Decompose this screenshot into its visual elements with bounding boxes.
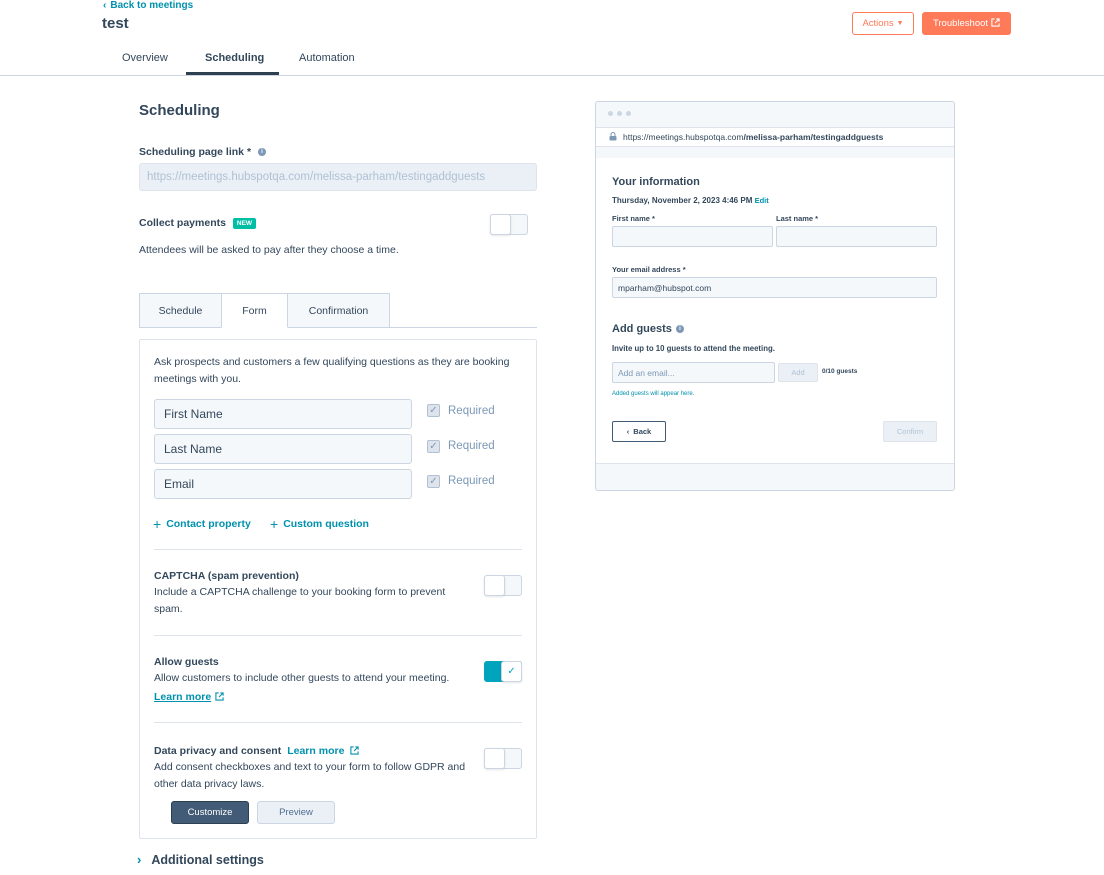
troubleshoot-button[interactable]: Troubleshoot bbox=[922, 12, 1011, 35]
window-dots bbox=[608, 111, 631, 116]
first-name-input[interactable] bbox=[612, 226, 773, 247]
privacy-learn-more[interactable]: Learn more bbox=[287, 745, 344, 757]
required-checkbox[interactable]: ✓ bbox=[427, 440, 440, 453]
url-prefix: https://meetings.hubspotqa.com bbox=[623, 132, 744, 142]
captcha-title: CAPTCHA (spam prevention) bbox=[154, 570, 299, 582]
add-custom-question-button[interactable]: + Custom question bbox=[270, 516, 369, 532]
add-contact-property-button[interactable]: + Contact property bbox=[153, 516, 251, 532]
added-guests-note: Added guests will appear here. bbox=[612, 391, 695, 397]
captcha-toggle[interactable] bbox=[484, 575, 522, 596]
external-link-icon bbox=[215, 689, 224, 704]
url-path: /melissa-parham/testingaddguests bbox=[743, 132, 884, 142]
toggle-knob: ✓ bbox=[501, 661, 522, 682]
privacy-desc: Add consent checkboxes and text to your … bbox=[154, 761, 466, 790]
tab-scheduling[interactable]: Scheduling bbox=[205, 52, 264, 64]
required-checkbox[interactable]: ✓ bbox=[427, 475, 440, 488]
plus-icon: + bbox=[270, 516, 279, 532]
new-badge: NEW bbox=[232, 217, 257, 229]
field-email[interactable]: Email bbox=[154, 469, 412, 499]
page-link-label: Scheduling page link * i bbox=[139, 146, 266, 158]
divider bbox=[154, 635, 522, 636]
add-guests-title-row: Add guests i bbox=[612, 323, 684, 335]
required-checkbox[interactable]: ✓ bbox=[427, 404, 440, 417]
back-to-meetings-link[interactable]: ‹ Back to meetings bbox=[103, 0, 193, 11]
scheduling-link-input[interactable]: https://meetings.hubspotqa.com/melissa-p… bbox=[139, 163, 537, 191]
lock-icon bbox=[609, 131, 617, 143]
meeting-datetime: Thursday, November 2, 2023 4:46 PM Edit bbox=[612, 196, 769, 205]
additional-settings-toggle[interactable]: › Additional settings bbox=[137, 852, 264, 867]
info-icon[interactable]: i bbox=[257, 148, 266, 157]
privacy-toggle[interactable] bbox=[484, 748, 522, 769]
field-last-name[interactable]: Last Name bbox=[154, 434, 412, 464]
tab-form[interactable]: Form bbox=[221, 293, 288, 328]
divider bbox=[154, 549, 522, 550]
collect-payments-desc: Attendees will be asked to pay after the… bbox=[139, 244, 399, 256]
plus-icon: + bbox=[153, 516, 162, 532]
add-guest-button[interactable]: Add bbox=[778, 363, 818, 382]
collect-payments-label: Collect payments NEW bbox=[139, 217, 257, 229]
caret-down-icon: ▼ bbox=[896, 20, 904, 27]
preview-card: Your information Thursday, November 2, 2… bbox=[596, 158, 954, 464]
actions-button[interactable]: Actions ▼ bbox=[852, 12, 914, 35]
confirm-button[interactable]: Confirm bbox=[883, 421, 937, 442]
tab-overview[interactable]: Overview bbox=[122, 52, 168, 64]
tab-confirmation[interactable]: Confirmation bbox=[287, 293, 390, 328]
your-information-title: Your information bbox=[612, 176, 700, 188]
first-name-label: First name * bbox=[612, 214, 655, 223]
chevron-right-icon: › bbox=[137, 852, 142, 867]
header-divider bbox=[0, 75, 1104, 76]
allow-guests-title: Allow guests bbox=[154, 656, 219, 668]
check-icon: ✓ bbox=[429, 476, 438, 487]
field-first-name[interactable]: First Name bbox=[154, 399, 412, 429]
last-name-input[interactable] bbox=[776, 226, 937, 247]
guest-count: 0/10 guests bbox=[822, 368, 858, 375]
privacy-title-row: Data privacy and consent Learn more bbox=[154, 743, 360, 758]
edit-link[interactable]: Edit bbox=[755, 196, 769, 205]
toggle-knob bbox=[484, 748, 505, 769]
customize-button[interactable]: Customize bbox=[171, 801, 249, 824]
collect-payments-toggle[interactable] bbox=[490, 214, 528, 235]
email-input[interactable]: mparham@hubspot.com bbox=[612, 277, 937, 298]
email-label: Your email address * bbox=[612, 265, 686, 274]
tabs-divider bbox=[139, 327, 537, 328]
preview-url-bar: https://meetings.hubspotqa.com/melissa-p… bbox=[596, 127, 954, 147]
external-link-icon bbox=[991, 17, 1000, 30]
required-label: Required bbox=[448, 405, 495, 417]
captcha-desc: Include a CAPTCHA challenge to your book… bbox=[154, 586, 446, 615]
info-icon[interactable]: i bbox=[675, 325, 684, 333]
allow-guests-toggle[interactable]: ✓ bbox=[484, 661, 522, 682]
chevron-left-icon: ‹ bbox=[626, 427, 630, 436]
invite-text: Invite up to 10 guests to attend the mee… bbox=[612, 344, 775, 353]
allow-guests-learn-more[interactable]: Learn more bbox=[154, 689, 224, 704]
required-label: Required bbox=[448, 475, 495, 487]
check-icon: ✓ bbox=[429, 441, 438, 452]
booking-preview: https://meetings.hubspotqa.com/melissa-p… bbox=[595, 101, 955, 491]
external-link-icon bbox=[350, 743, 360, 758]
privacy-title: Data privacy and consent bbox=[154, 744, 282, 757]
allow-guests-desc: Allow customers to include other guests … bbox=[154, 672, 450, 684]
check-icon: ✓ bbox=[429, 405, 438, 416]
back-button[interactable]: ‹ Back bbox=[612, 421, 666, 442]
last-name-label: Last name * bbox=[776, 214, 819, 223]
preview-button[interactable]: Preview bbox=[257, 801, 335, 824]
form-intro: Ask prospects and customers a few qualif… bbox=[154, 356, 510, 385]
tab-schedule[interactable]: Schedule bbox=[139, 293, 222, 328]
tab-automation[interactable]: Automation bbox=[299, 52, 355, 64]
toggle-knob bbox=[490, 214, 511, 235]
section-title: Scheduling bbox=[139, 102, 220, 119]
chevron-left-icon: ‹ bbox=[103, 0, 107, 11]
toggle-knob bbox=[484, 575, 505, 596]
page-title: test bbox=[102, 15, 129, 32]
check-icon: ✓ bbox=[507, 666, 516, 677]
divider bbox=[154, 722, 522, 723]
required-label: Required bbox=[448, 440, 495, 452]
add-guest-email-input[interactable]: Add an email... bbox=[612, 362, 775, 383]
